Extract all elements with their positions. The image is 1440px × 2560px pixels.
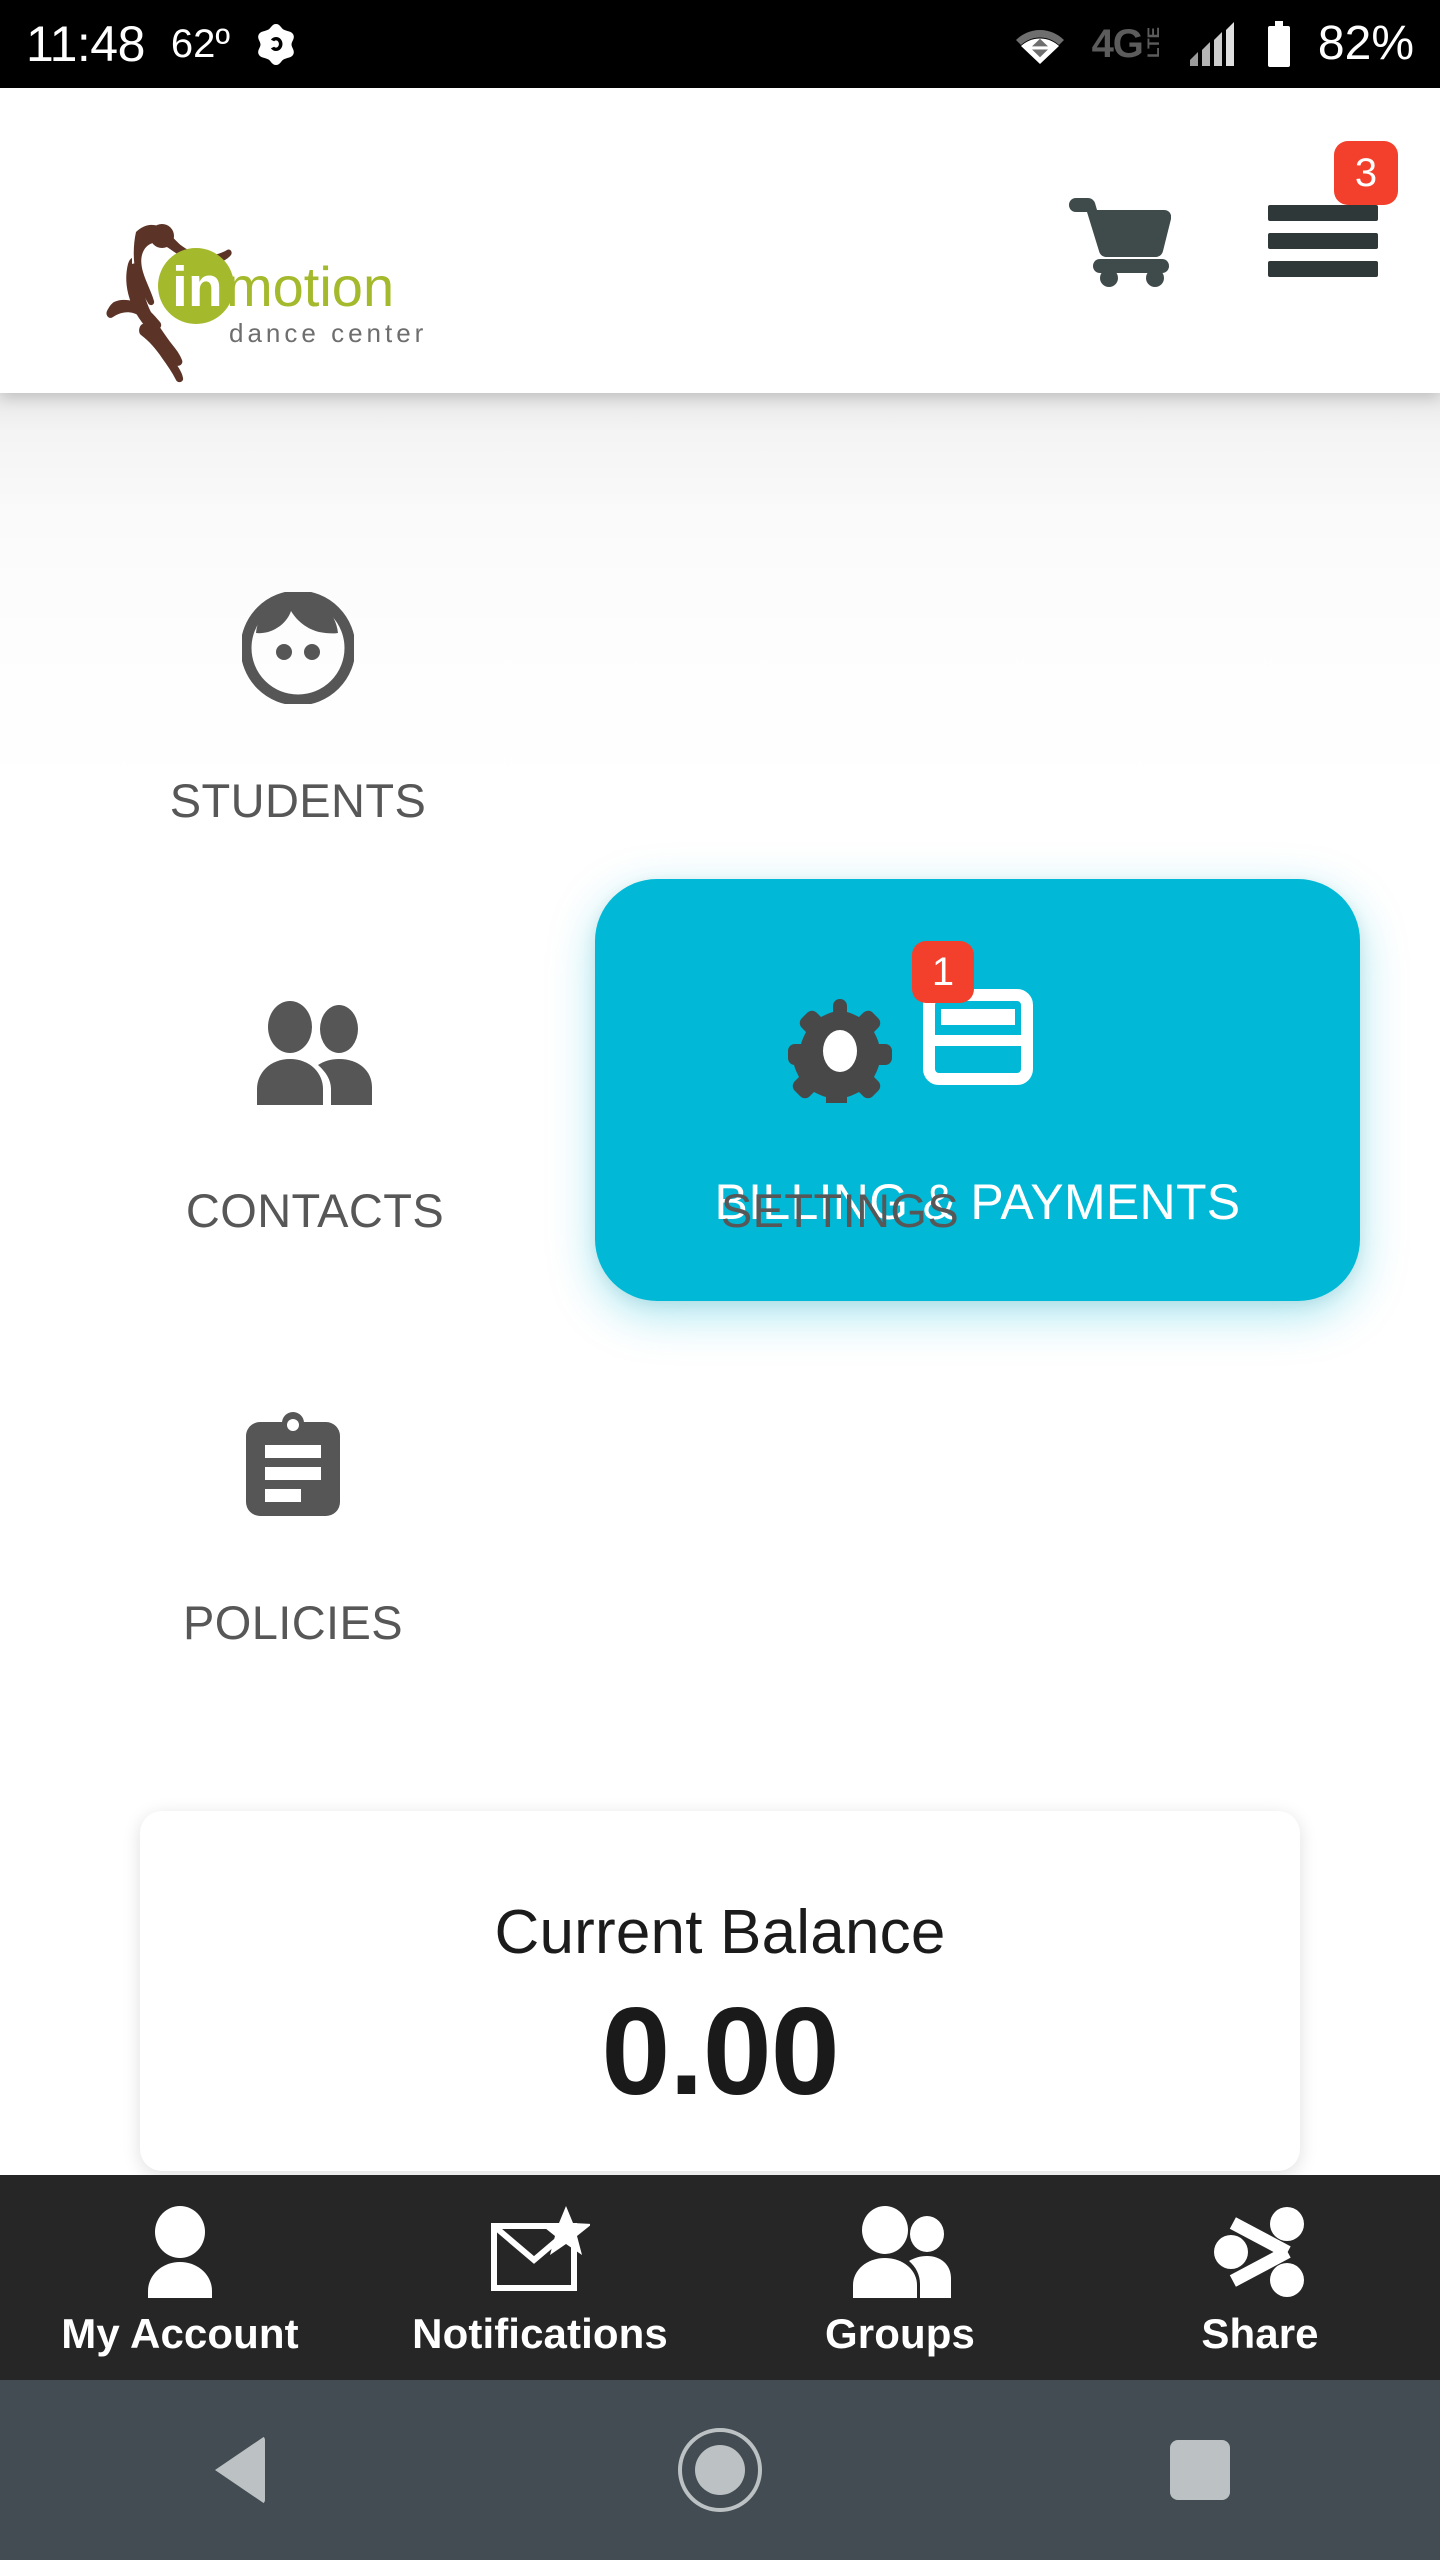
- tile-label: CONTACTS: [185, 1184, 445, 1237]
- battery-icon: [1266, 21, 1292, 67]
- tile-label: SETTINGS: [720, 1184, 960, 1237]
- wifi-icon: [1014, 24, 1066, 64]
- logo-tagline: dance center: [229, 318, 426, 348]
- envelope-star-icon: [490, 2205, 590, 2298]
- tile-students[interactable]: STUDENTS: [170, 583, 426, 828]
- hamburger-menu-button[interactable]: 3: [1264, 140, 1398, 295]
- app-logo[interactable]: in motion dance center: [66, 214, 426, 384]
- clipboard-icon: [244, 1403, 342, 1525]
- dashboard-tile-grid: STUDENTS BILLING & PAYMENTS CONTACTS 1 S…: [0, 393, 1440, 1733]
- tab-label: Notifications: [412, 2309, 668, 2357]
- tile-policies[interactable]: POLICIES: [183, 1403, 403, 1650]
- home-circle-icon: [678, 2428, 762, 2512]
- tile-billing-and-payments[interactable]: BILLING & PAYMENTS: [595, 879, 1360, 1301]
- tile-label: STUDENTS: [169, 774, 427, 827]
- logo-word-in: in: [172, 255, 223, 319]
- status-bar-right: 4G LTE 82%: [1014, 20, 1414, 68]
- tab-label: My Account: [61, 2309, 299, 2357]
- status-bar-left: 11:48 62º: [26, 19, 296, 69]
- tile-label: POLICIES: [183, 1596, 404, 1649]
- tile-contacts[interactable]: CONTACTS: [186, 993, 444, 1238]
- recents-square-icon: [1170, 2440, 1230, 2500]
- home-nav-button[interactable]: [480, 2428, 960, 2512]
- shopping-cart-icon: [1067, 195, 1171, 287]
- bottom-tab-bar: My Account Notifications Groups Share: [0, 2175, 1440, 2380]
- menu-notification-badge: 3: [1334, 140, 1398, 205]
- app-notification-icon: [256, 23, 296, 65]
- tab-label: Share: [1201, 2309, 1319, 2357]
- back-nav-button[interactable]: [0, 2436, 480, 2504]
- hamburger-menu-icon: [1268, 204, 1378, 277]
- tab-groups[interactable]: Groups: [720, 2175, 1080, 2380]
- balance-title: Current Balance: [494, 1898, 946, 1967]
- status-bar: 11:48 62º 4G LTE 82%: [0, 0, 1440, 88]
- gear-icon-wrap: 1: [788, 941, 974, 1113]
- tab-notifications[interactable]: Notifications: [360, 2175, 720, 2380]
- battery-percent-label: 82%: [1317, 17, 1414, 70]
- tab-my-account[interactable]: My Account: [0, 2175, 360, 2380]
- app-header: in motion dance center 3: [0, 88, 1440, 393]
- dashboard-content: STUDENTS BILLING & PAYMENTS CONTACTS 1 S…: [0, 393, 1440, 2175]
- two-people-icon: [254, 993, 376, 1113]
- person-icon: [137, 2205, 223, 2298]
- cellular-signal-icon: [1188, 22, 1240, 66]
- student-face-icon: [242, 583, 354, 713]
- tab-label: Groups: [825, 2309, 975, 2357]
- share-nodes-icon: [1211, 2206, 1309, 2298]
- recents-nav-button[interactable]: [960, 2440, 1440, 2500]
- current-balance-card: Current Balance 0.00: [140, 1811, 1300, 2171]
- group-people-icon: [845, 2205, 955, 2298]
- tile-settings[interactable]: 1 SETTINGS: [721, 941, 974, 1238]
- network-type-icon: 4G LTE: [1091, 22, 1163, 66]
- tab-share[interactable]: Share: [1080, 2175, 1440, 2380]
- header-actions: 3: [1064, 88, 1398, 393]
- settings-notification-badge: 1: [912, 941, 974, 1003]
- status-bar-temperature: 62º: [170, 22, 231, 66]
- back-triangle-icon: [215, 2436, 265, 2504]
- gear-icon: [788, 998, 892, 1110]
- shopping-cart-button[interactable]: [1064, 191, 1174, 291]
- phone-screen: 11:48 62º 4G LTE 82% in motion dance cen…: [0, 0, 1440, 2560]
- status-bar-clock: 11:48: [26, 16, 145, 72]
- logo-word-motion: motion: [226, 255, 394, 318]
- system-navigation-bar: [0, 2380, 1440, 2560]
- balance-amount: 0.00: [601, 1983, 839, 2121]
